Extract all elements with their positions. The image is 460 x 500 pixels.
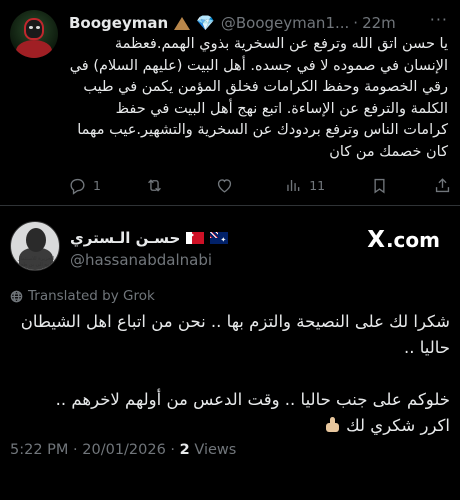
user-avatar[interactable] [10, 10, 58, 58]
reply-count: 1 [93, 177, 101, 193]
mountain-icon [174, 16, 191, 30]
views-icon [287, 179, 300, 191]
bahrain-flag-icon [186, 232, 205, 244]
reply-tweet[interactable]: Boogeyman 💎 @Boogeyman1... · 22m ··· يا … [0, 0, 460, 206]
tweet-time[interactable]: 22m [362, 14, 396, 32]
separator: · [353, 14, 359, 32]
like-button[interactable] [215, 176, 240, 195]
user-handle[interactable]: @Boogeyman1... [221, 14, 349, 32]
reply-text: يا حسن اتق الله وترفع عن السخرية بذوي ال… [69, 36, 448, 160]
tweet-meta: 5:22 PM · 20/01/2026 · 2 Views [10, 442, 236, 458]
avatar-caption: الجزيرة للاستثمار نزلوه الى بن طعي [16, 256, 56, 268]
views-count: 2 [179, 442, 190, 458]
tweet-paragraph-3: اكرر شكري لك [10, 413, 450, 439]
reply-header: Boogeyman 💎 @Boogeyman1... · 22m [69, 12, 396, 34]
tweet-paragraph-2: خلوكم على جنب حاليا .. وقت الدعس من أوله… [55, 390, 450, 409]
translated-by-grok[interactable]: Translated by Grok [10, 288, 155, 304]
thumbs-up-icon [325, 417, 341, 433]
author-handle[interactable]: @hassanabdalnabi [70, 251, 212, 269]
views-label: Views [189, 442, 237, 458]
reply-button[interactable]: 1 [68, 176, 101, 195]
action-bar: 1 11 [68, 173, 452, 197]
share-button[interactable] [433, 176, 452, 195]
views-button[interactable]: 11 [284, 176, 325, 195]
translated-label: Translated by Grok [28, 288, 155, 304]
tweet-timestamp[interactable]: 5:22 PM · 20/01/2026 · [10, 442, 180, 458]
repost-icon [148, 178, 162, 192]
tweet-text: شكرا لك على النصيحة والتزم بها .. نحن من… [10, 309, 450, 439]
view-count: 11 [309, 177, 326, 193]
x-logo-watermark: X .com [367, 227, 440, 253]
reply-icon [70, 178, 85, 195]
australia-flag-icon [210, 232, 229, 244]
author-name-row: حسـن الـستري [70, 227, 229, 249]
display-name[interactable]: Boogeyman [69, 14, 168, 32]
tweet-paragraph-1: شكرا لك على النصيحة والتزم بها .. نحن من… [20, 312, 450, 357]
more-options-icon[interactable]: ··· [430, 10, 448, 29]
bookmark-button[interactable] [370, 176, 389, 195]
author-display-name[interactable]: حسـن الـستري [70, 229, 180, 247]
gem-icon: 💎 [196, 14, 215, 32]
author-avatar[interactable]: الجزيرة للاستثمار نزلوه الى بن طعي [10, 221, 60, 271]
globe-icon [10, 290, 23, 302]
bookmark-icon [374, 178, 385, 194]
share-icon [435, 177, 450, 192]
main-tweet: الجزيرة للاستثمار نزلوه الى بن طعي حسـن … [0, 206, 460, 500]
repost-button[interactable] [145, 176, 170, 195]
heart-icon [217, 178, 231, 193]
